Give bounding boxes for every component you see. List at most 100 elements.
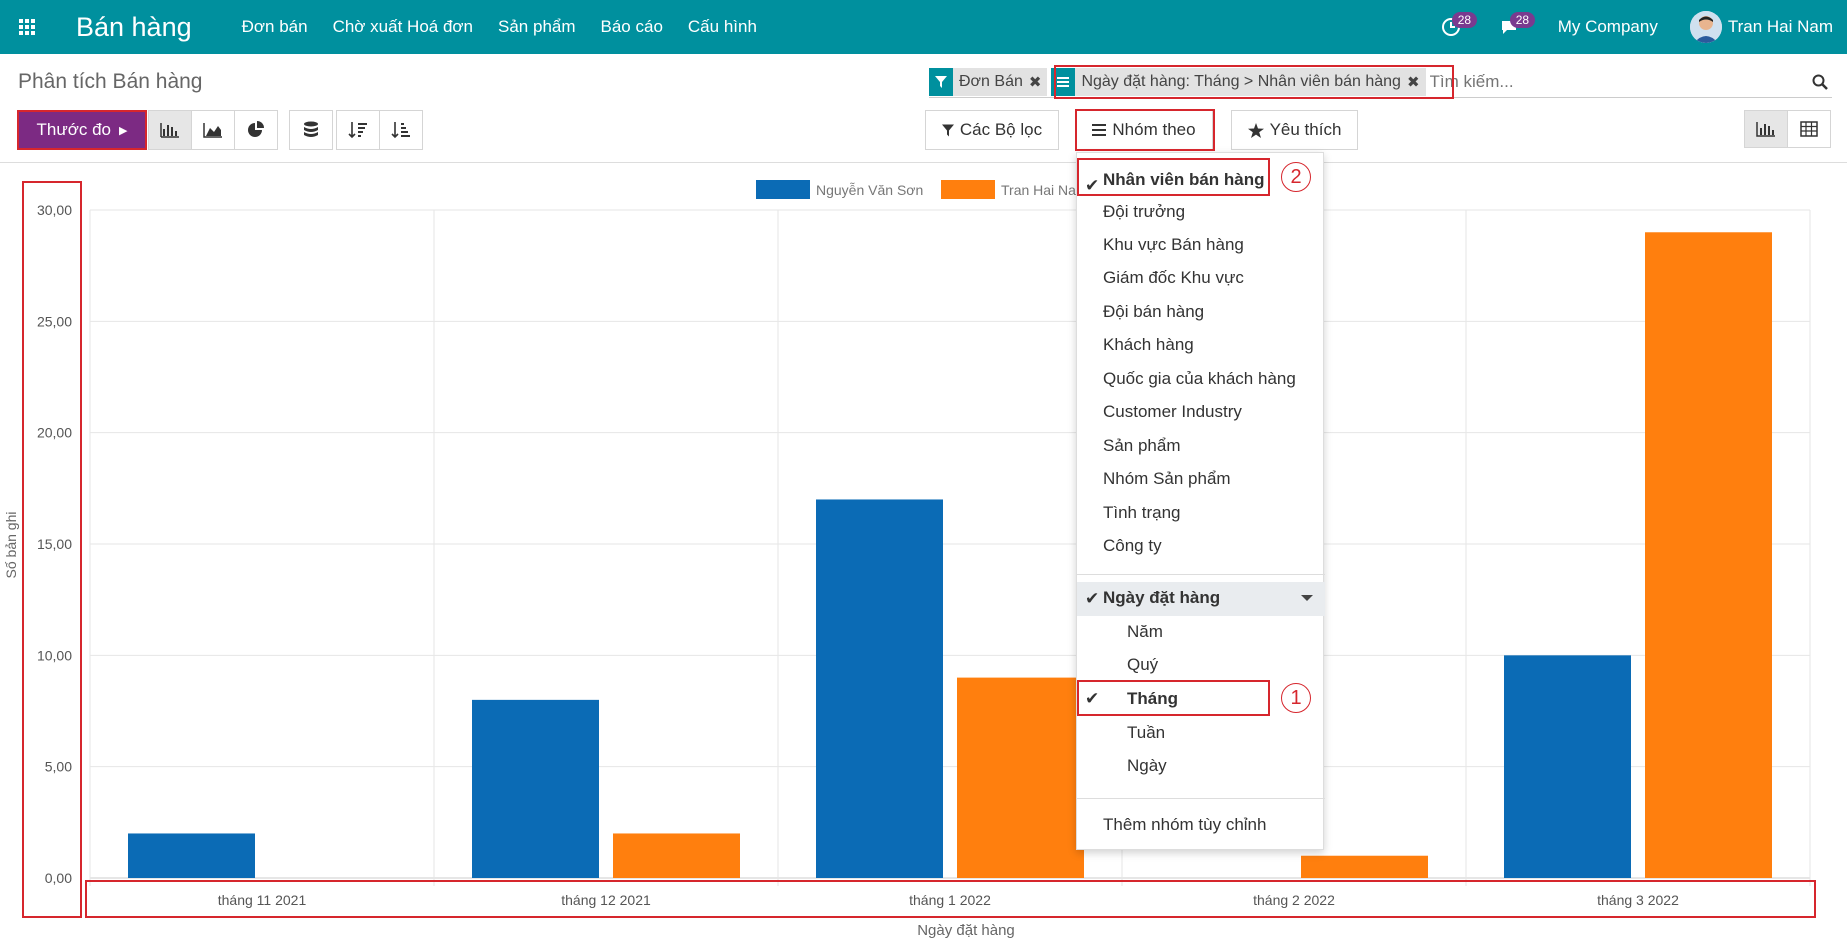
groupby-option-product[interactable]: Sản phẩm bbox=[1103, 431, 1181, 461]
bar-chart-icon bbox=[1756, 122, 1775, 137]
y-axis-label: Số bản ghi bbox=[3, 512, 19, 579]
star-icon bbox=[1247, 122, 1264, 138]
x-tick-label: tháng 3 2022 bbox=[1597, 892, 1679, 908]
sort-amount-asc-icon bbox=[391, 122, 410, 139]
activity-button[interactable]: 28 bbox=[1436, 12, 1478, 42]
company-switcher[interactable]: My Company bbox=[1558, 17, 1658, 37]
groupby-option-company[interactable]: Công ty bbox=[1103, 531, 1162, 561]
activity-count-badge: 28 bbox=[1451, 12, 1478, 28]
pie-chart-icon bbox=[248, 121, 264, 137]
bar-chart-button[interactable] bbox=[148, 110, 192, 150]
graph-view-button[interactable] bbox=[1744, 110, 1788, 148]
x-tick-label: tháng 2 2022 bbox=[1253, 892, 1335, 908]
bar-2-5[interactable] bbox=[1645, 232, 1772, 878]
check-icon: ✔ bbox=[1085, 589, 1100, 608]
sort-amount-desc-icon bbox=[348, 122, 367, 139]
date-option-week[interactable]: Tuần bbox=[1127, 718, 1165, 748]
user-name[interactable]: Tran Hai Nam bbox=[1728, 17, 1833, 37]
message-count-badge: 28 bbox=[1509, 12, 1536, 28]
bar-1-3[interactable] bbox=[816, 499, 943, 878]
messages-button[interactable]: 28 bbox=[1494, 12, 1536, 42]
y-tick-label: 30,00 bbox=[37, 202, 72, 218]
sort-descending-button[interactable] bbox=[336, 110, 380, 150]
date-option-month[interactable]: Tháng bbox=[1127, 684, 1178, 714]
search-facet-filter[interactable]: Đơn Bán ✖ bbox=[929, 67, 1048, 96]
bar-2-2[interactable] bbox=[613, 833, 740, 878]
legend-swatch[interactable] bbox=[941, 180, 995, 199]
stacked-button[interactable] bbox=[289, 110, 333, 150]
bar-1-1[interactable] bbox=[128, 833, 255, 878]
filters-button[interactable]: Các Bộ lọc bbox=[925, 110, 1059, 150]
control-panel-divider bbox=[0, 162, 1847, 163]
groupby-option-sales-team[interactable]: Đội bán hàng bbox=[1103, 297, 1204, 327]
legend-swatch[interactable] bbox=[756, 180, 810, 199]
line-chart-button[interactable] bbox=[191, 110, 235, 150]
table-icon bbox=[1800, 121, 1818, 137]
area-chart-icon bbox=[203, 123, 222, 138]
menu-don-ban[interactable]: Đơn bán bbox=[242, 17, 308, 37]
sort-ascending-button[interactable] bbox=[379, 110, 423, 150]
graph-chart: 0,00 5,00 10,00 15,00 20,00 25,00 30,00 tháng … bbox=[3, 180, 1811, 939]
favorites-label: Yêu thích bbox=[1269, 120, 1342, 139]
measures-dropdown-button[interactable]: Thước đo ▶ bbox=[17, 110, 147, 150]
groupby-option-customer-industry[interactable]: Customer Industry bbox=[1103, 397, 1242, 427]
bar-1-2[interactable] bbox=[472, 699, 599, 878]
user-avatar[interactable] bbox=[1689, 11, 1722, 43]
callout-2: 2 bbox=[1281, 162, 1311, 192]
pie-chart-button[interactable] bbox=[234, 110, 278, 150]
y-tick-label: 10,00 bbox=[37, 647, 72, 663]
dropdown-divider bbox=[1077, 574, 1325, 575]
caret-down-icon bbox=[1301, 595, 1313, 601]
bar-2-3[interactable] bbox=[957, 677, 1084, 878]
y-tick-label: 20,00 bbox=[37, 425, 72, 441]
facet-remove-icon[interactable]: ✖ bbox=[1029, 73, 1048, 91]
bar-2-4[interactable] bbox=[1301, 855, 1428, 878]
check-icon: ✔ bbox=[1085, 689, 1100, 708]
sort-group bbox=[336, 110, 423, 150]
y-axis-ticks: 0,00 5,00 10,00 15,00 20,00 25,00 30,00 bbox=[37, 202, 72, 886]
date-option-day[interactable]: Ngày bbox=[1127, 751, 1167, 781]
groupby-option-status[interactable]: Tình trạng bbox=[1103, 498, 1181, 528]
groupby-option-product-category[interactable]: Nhóm Sản phẩm bbox=[1103, 464, 1231, 494]
menu-cau-hinh[interactable]: Cấu hình bbox=[688, 17, 757, 37]
groupby-option-team-leader[interactable]: Đội trưởng bbox=[1103, 197, 1185, 227]
legend-label[interactable]: Tran Hai Nam bbox=[1001, 182, 1088, 198]
y-tick-label: 25,00 bbox=[37, 313, 72, 329]
date-option-year[interactable]: Năm bbox=[1127, 617, 1163, 647]
filter-icon bbox=[941, 124, 954, 136]
date-option-quarter[interactable]: Quý bbox=[1127, 650, 1158, 680]
groupby-option-sales-region[interactable]: Khu vực Bán hàng bbox=[1103, 230, 1244, 260]
filter-icon bbox=[929, 67, 953, 96]
groupby-button[interactable]: Nhóm theo bbox=[1075, 110, 1213, 150]
groupby-option-salesperson[interactable]: Nhân viên bán hàng bbox=[1103, 165, 1265, 195]
app-title[interactable]: Bán hàng bbox=[76, 12, 192, 43]
apps-menu-icon[interactable] bbox=[0, 0, 54, 54]
groupby-icon bbox=[1051, 67, 1076, 96]
pivot-view-button[interactable] bbox=[1787, 110, 1831, 148]
legend-label[interactable]: Nguyễn Văn Sơn bbox=[816, 182, 923, 198]
filters-label: Các Bộ lọc bbox=[959, 120, 1043, 139]
date-group-header[interactable]: ✔ Ngày đặt hàng bbox=[1077, 582, 1325, 616]
favorites-button[interactable]: Yêu thích bbox=[1231, 110, 1358, 150]
groupby-option-customer[interactable]: Khách hàng bbox=[1103, 330, 1194, 360]
groupby-option-region-manager[interactable]: Giám đốc Khu vực bbox=[1103, 263, 1244, 293]
x-tick-label: tháng 12 2021 bbox=[561, 892, 651, 908]
search-icon[interactable] bbox=[1808, 70, 1832, 94]
menu-bao-cao[interactable]: Báo cáo bbox=[601, 17, 663, 37]
bar-1-5[interactable] bbox=[1504, 655, 1631, 878]
add-custom-group-option[interactable]: Thêm nhóm tùy chỉnh bbox=[1103, 810, 1266, 840]
chart-legend: Nguyễn Văn Sơn Tran Hai Nam bbox=[756, 180, 1088, 199]
x-axis-label: Ngày đặt hàng bbox=[917, 922, 1015, 939]
date-group-label: Ngày đặt hàng bbox=[1103, 588, 1221, 607]
facet-label: Ngày đặt hàng: Tháng > Nhân viên bán hàn… bbox=[1081, 72, 1401, 90]
facet-remove-icon[interactable]: ✖ bbox=[1407, 73, 1426, 91]
stack-group bbox=[289, 110, 333, 150]
search-facet-groupby[interactable]: Ngày đặt hàng: Tháng > Nhân viên bán hàn… bbox=[1051, 67, 1426, 96]
x-tick-label: tháng 1 2022 bbox=[909, 892, 991, 908]
groupby-option-customer-country[interactable]: Quốc gia của khách hàng bbox=[1103, 364, 1296, 394]
chart-type-group bbox=[148, 110, 278, 150]
menu-cho-xuat-hoa-don[interactable]: Chờ xuất Hoá đơn bbox=[333, 17, 473, 37]
chart-bars bbox=[128, 232, 1772, 878]
search-input[interactable] bbox=[1429, 67, 1760, 96]
menu-san-pham[interactable]: Sản phẩm bbox=[498, 17, 576, 37]
